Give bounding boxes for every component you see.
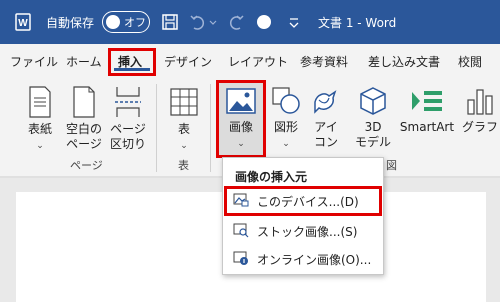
chevron-down-icon: ⌄ xyxy=(282,139,290,149)
tab-layout[interactable]: レイアウト xyxy=(228,53,288,70)
page-break-button[interactable]: ページ 区切り xyxy=(106,86,150,152)
undo-dropdown-icon[interactable] xyxy=(208,12,218,32)
ribbon-separator xyxy=(210,84,211,172)
table-label: 表 xyxy=(177,122,190,136)
save-icon[interactable] xyxy=(160,12,180,32)
shapes-icon xyxy=(272,87,300,114)
word-app-icon: W xyxy=(15,13,31,31)
smartart-icon xyxy=(412,91,442,111)
autosave-label: 自動保存 xyxy=(46,16,95,30)
redo-icon[interactable] xyxy=(226,12,246,32)
group-label-pages: ページ xyxy=(70,159,103,172)
icons-label-1: アイ xyxy=(314,120,338,134)
group-label-tables: 表 xyxy=(178,159,189,172)
smartart-button[interactable]: SmartArt xyxy=(398,86,456,135)
3d-models-label-1: 3D xyxy=(364,120,382,134)
highlight-insert-tab xyxy=(108,48,156,76)
highlight-pictures-button xyxy=(216,80,266,158)
stock-images-icon xyxy=(233,223,249,238)
cube-icon xyxy=(360,87,386,115)
tab-mailings[interactable]: 差し込み文書 xyxy=(368,53,440,70)
menu-item-stock-images-label: ストック画像...(S) xyxy=(257,225,358,239)
document-title: 文書 1 - Word xyxy=(318,16,397,30)
page-break-label-2: 区切り xyxy=(109,137,146,151)
icons-label-2: コン xyxy=(313,135,338,149)
ribbon-separator xyxy=(156,84,157,172)
smartart-label: SmartArt xyxy=(399,120,455,134)
customize-toolbar-icon[interactable] xyxy=(284,12,304,32)
3d-models-button[interactable]: 3D モデル ⌄ xyxy=(350,86,396,167)
chevron-down-icon: ⌄ xyxy=(180,141,188,151)
highlight-this-device-item xyxy=(224,186,382,216)
table-button[interactable]: 表 ⌄ xyxy=(164,86,204,154)
svg-text:W: W xyxy=(18,18,28,29)
tab-review[interactable]: 校閲 xyxy=(458,53,482,70)
table-icon xyxy=(170,88,198,116)
tab-home[interactable]: ホーム xyxy=(66,53,102,70)
chart-label: グラフ xyxy=(461,120,498,134)
blank-page-icon xyxy=(73,86,95,118)
page-break-label-1: ページ xyxy=(110,122,146,136)
undo-icon[interactable] xyxy=(188,12,208,32)
cover-page-icon xyxy=(29,86,51,118)
blank-page-label-1: 空白の xyxy=(65,122,102,136)
chart-button[interactable]: グラフ xyxy=(460,86,500,135)
blank-page-label-2: ページ xyxy=(66,137,102,151)
tab-references[interactable]: 参考資料 xyxy=(300,53,348,70)
menu-item-stock-images[interactable]: ストック画像...(S) xyxy=(231,218,381,242)
menu-item-online-pictures[interactable]: オンライン画像(O)... xyxy=(231,246,381,270)
autosave-state: オフ xyxy=(124,16,146,29)
blank-page-button[interactable]: 空白の ページ xyxy=(62,86,106,152)
online-pictures-icon xyxy=(233,251,248,265)
circle-icon[interactable] xyxy=(254,12,274,32)
chevron-down-icon: ⌄ xyxy=(36,141,44,151)
tab-file[interactable]: ファイル xyxy=(10,53,58,70)
cover-page-label: 表紙 xyxy=(27,122,52,136)
chart-icon xyxy=(467,89,493,115)
page-break-icon xyxy=(115,87,141,117)
toggle-knob xyxy=(106,15,120,29)
3d-models-label-2: モデル xyxy=(354,135,391,149)
bird-icon xyxy=(314,90,337,114)
tab-design[interactable]: デザイン xyxy=(164,53,212,70)
group-label-illustrations: 図 xyxy=(386,159,397,172)
autosave-toggle[interactable]: オフ xyxy=(102,11,150,33)
title-bar: W 自動保存 オフ 文書 1 - Word xyxy=(0,0,500,44)
shapes-label: 図形 xyxy=(273,120,298,134)
cover-page-button[interactable]: 表紙 ⌄ xyxy=(20,86,60,154)
dropdown-header: 画像の挿入元 xyxy=(235,170,308,184)
icons-button[interactable]: アイ コン xyxy=(308,86,344,150)
shapes-button[interactable]: 図形 ⌄ xyxy=(268,86,304,152)
menu-item-online-pictures-label: オンライン画像(O)... xyxy=(257,253,372,267)
insert-pictures-dropdown: 画像の挿入元 このデバイス...(D) ストック画像...(S) オンライン画像… xyxy=(222,157,384,275)
